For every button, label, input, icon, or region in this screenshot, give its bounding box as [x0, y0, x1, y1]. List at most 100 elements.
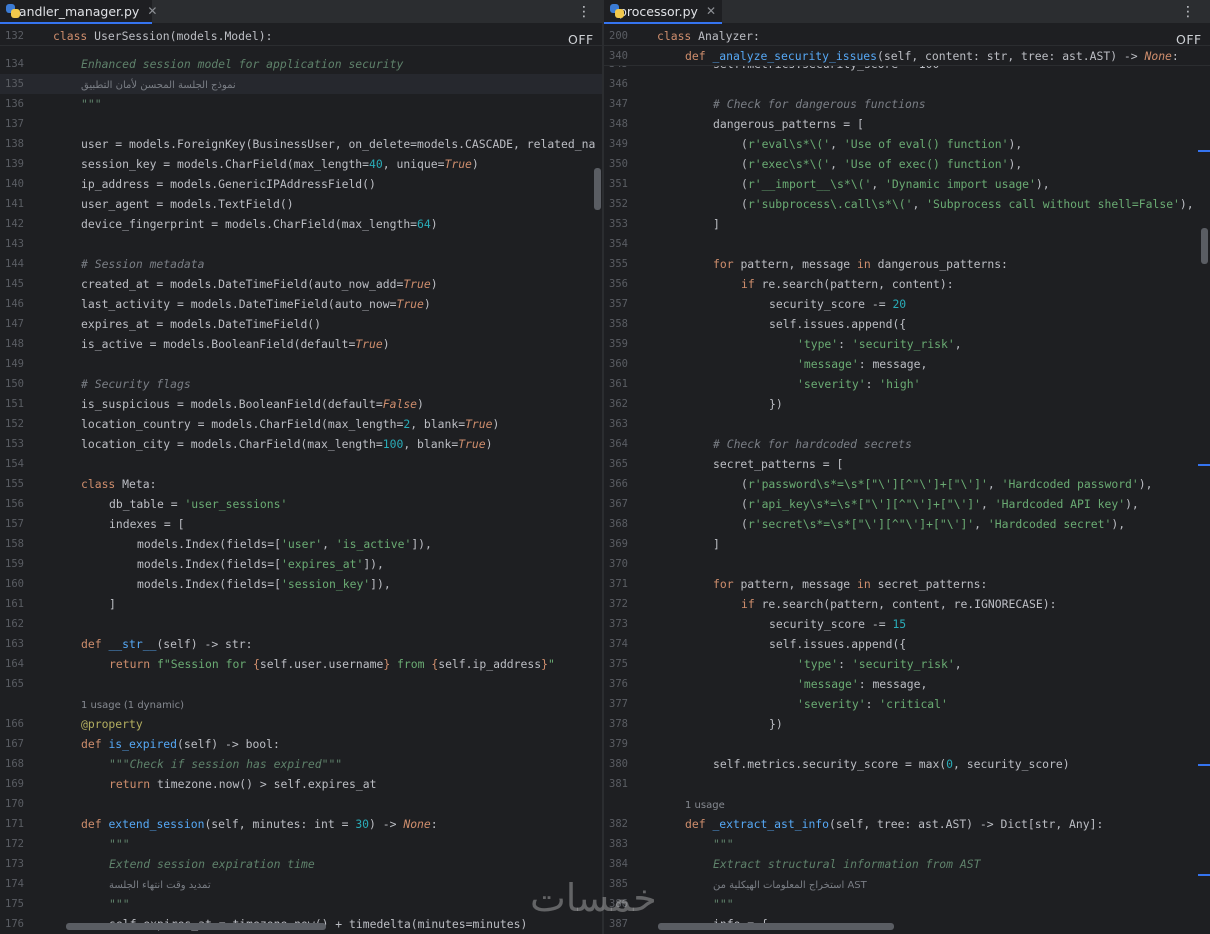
more-options-icon[interactable]: ⋮ [576, 2, 592, 22]
code-token: location_country = models.CharField(max_… [81, 417, 404, 431]
code-text: """ [713, 834, 734, 854]
code-line: 159 models.Index(fields=['expires_at']), [0, 554, 602, 574]
code-text: location_country = models.CharField(max_… [81, 414, 499, 434]
code-token: , blank= [410, 417, 466, 431]
code-line: 149 [0, 354, 602, 374]
code-token: extend_session [108, 817, 205, 831]
line-number: 144 [5, 258, 24, 270]
code-token: 'Hardcoded API key' [994, 497, 1126, 511]
code-token: self.metrics.security_score = max( [713, 757, 947, 771]
code-line: 381 [604, 774, 1210, 794]
reader-mode-off-label[interactable]: OFF [568, 32, 594, 47]
code-text: """ [713, 894, 734, 914]
horizontal-scrollbar[interactable] [658, 923, 894, 930]
code-token: False [382, 397, 418, 411]
code-text: # Check for hardcoded secrets [713, 434, 912, 454]
code-line: 350 (r'exec\s*\(', 'Use of exec() functio… [604, 154, 1210, 174]
code-line: 160 models.Index(fields=['session_key']), [0, 574, 602, 594]
code-line: 373 security_score -= 15 [604, 614, 1210, 634]
code-token: r'eval\s*\(' [747, 137, 831, 151]
sticky-scroll-line[interactable]: 200 class Analyzer: [604, 26, 1210, 46]
code-token: ] [713, 537, 720, 551]
line-number: 170 [5, 798, 24, 810]
code-line: 370 [604, 554, 1210, 574]
vertical-scrollbar[interactable] [1201, 228, 1208, 264]
usage-hint[interactable]: 1 usage [604, 794, 1210, 814]
code-line: 377 'severity': 'critical' [604, 694, 1210, 714]
line-number: 167 [5, 738, 24, 750]
usage-hint[interactable]: 1 usage (1 dynamic) [0, 694, 602, 714]
line-number: 379 [609, 738, 628, 750]
vertical-scrollbar[interactable] [594, 168, 601, 210]
code-text: }) [769, 714, 783, 734]
tab-handler-manager[interactable]: handler_manager.py ✕ [0, 0, 157, 24]
tab-processor[interactable]: processor.py ✕ [604, 0, 722, 24]
code-token: self.user.username [259, 657, 384, 671]
code-token: r'password\s*=\s*["\'][^"\']+["\']' [747, 477, 988, 491]
code-line: 152 location_country = models.CharField(m… [0, 414, 602, 434]
code-token: 'Dynamic import usage' [885, 177, 1036, 191]
sticky-scroll-line[interactable]: 340 def _analyze_security_issues(self, co… [604, 46, 1210, 66]
line-number: 371 [609, 578, 628, 590]
code-token: ] [713, 217, 720, 231]
code-line: 351 (r'__import__\s*\(', 'Dynamic import … [604, 174, 1210, 194]
code-token: Extend session expiration time [109, 857, 315, 871]
code-token: return [109, 657, 158, 671]
code-editor-right[interactable]: 200 class Analyzer: 340 def _analyze_securi… [604, 26, 1210, 934]
code-token: @property [81, 717, 143, 731]
code-token: self.issues.append({ [769, 317, 907, 331]
line-number: 161 [5, 598, 24, 610]
code-line: 162 [0, 614, 602, 634]
line-number: 352 [609, 198, 628, 210]
code-token: def [685, 817, 713, 831]
code-token: # Security flags [81, 377, 191, 391]
code-token: 'Subprocess call without shell=False' [926, 197, 1180, 211]
close-icon[interactable]: ✕ [706, 4, 716, 18]
line-number: 367 [609, 498, 628, 510]
code-text: 1 usage (1 dynamic) [81, 694, 184, 716]
reader-mode-off-label[interactable]: OFF [1176, 32, 1202, 47]
code-text: ip_address = models.GenericIPAddressFiel… [81, 174, 376, 194]
code-line: 150 # Security flags [0, 374, 602, 394]
code-line: 378}) [604, 714, 1210, 734]
more-options-icon[interactable]: ⋮ [1180, 2, 1196, 22]
line-number: 168 [5, 758, 24, 770]
code-token: 'high' [879, 377, 921, 391]
code-text: (r'eval\s*\(', 'Use of eval() function')… [741, 134, 1022, 154]
line-number: 138 [5, 138, 24, 150]
line-number: 140 [5, 178, 24, 190]
code-token: ) [471, 157, 479, 171]
code-line: 153 location_city = models.CharField(max_… [0, 434, 602, 454]
line-number: 384 [609, 858, 628, 870]
code-line: 141 user_agent = models.TextField() [0, 194, 602, 214]
code-text: db_table = 'user_sessions' [109, 494, 287, 514]
code-token: ), [1179, 197, 1194, 211]
code-line: 354 [604, 234, 1210, 254]
sticky-scroll-line[interactable]: 132 class UserSession(models.Model): [0, 26, 602, 46]
code-line: 352 (r'subprocess\.call\s*\(', 'Subproces… [604, 194, 1210, 214]
code-token: , unique= [382, 157, 445, 171]
line-number: 166 [5, 718, 24, 730]
code-text: models.Index(fields=['user', 'is_active'… [137, 534, 432, 554]
line-number: 358 [609, 318, 628, 330]
code-line: 367 (r'api_key\s*=\s*["\'][^"\']+["\']', … [604, 494, 1210, 514]
code-editor-left[interactable]: 132 class UserSession(models.Model): 134 En… [0, 26, 602, 934]
close-icon[interactable]: ✕ [147, 4, 157, 18]
code-token: """ [81, 97, 102, 111]
code-token: { [253, 657, 260, 671]
code-line: 167 def is_expired(self) -> bool: [0, 734, 602, 754]
code-text: (r'exec\s*\(', 'Use of exec() function')… [741, 154, 1022, 174]
code-token: in [857, 257, 878, 271]
code-token: True [355, 337, 383, 351]
line-number: 369 [609, 538, 628, 550]
line-number: 355 [609, 258, 628, 270]
code-token: secret_patterns = [ [713, 457, 844, 471]
horizontal-scrollbar[interactable] [66, 923, 326, 930]
code-token: ( [741, 197, 748, 211]
code-token: re.search(pattern, content): [761, 277, 954, 291]
code-token: security_score -= [769, 297, 893, 311]
code-token: تمديد وقت انتهاء الجلسة [109, 880, 211, 891]
code-token: is_suspicious = models.BooleanField(defa… [81, 397, 383, 411]
code-token: Meta: [122, 477, 157, 491]
code-line: 154 [0, 454, 602, 474]
